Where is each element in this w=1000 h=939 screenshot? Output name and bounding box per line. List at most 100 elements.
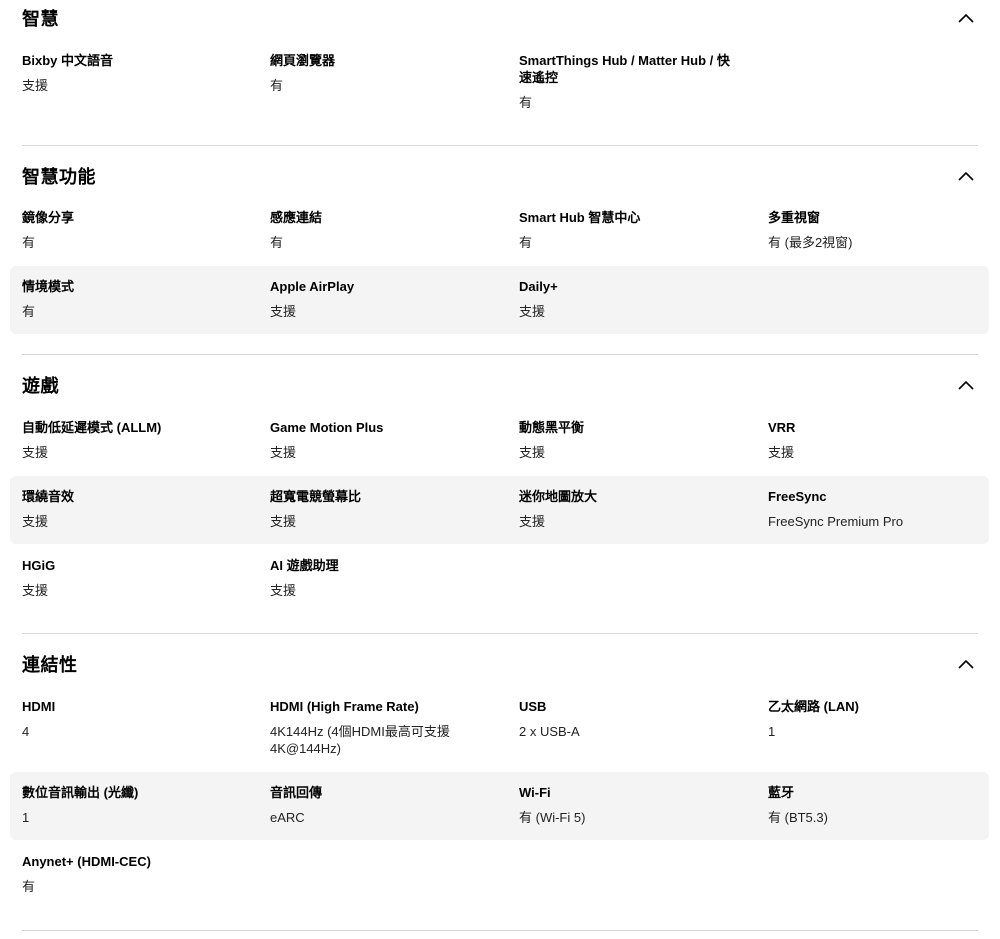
spec-cell: SmartThings Hub / Matter Hub / 快速遙控 有 [519, 52, 734, 111]
spec-cell: 乙太網路 (LAN) 1 [768, 698, 998, 740]
spec-label: 網頁瀏覽器 [270, 53, 336, 68]
spec-cell: 動態黑平衡 支援 [519, 419, 734, 461]
spec-cell: Game Motion Plus 支援 [270, 419, 500, 461]
spec-label: 超寬電競螢幕比 [270, 489, 362, 504]
spec-label: HDMI (High Frame Rate) [270, 699, 419, 714]
spec-value: 有 [22, 304, 36, 319]
spec-value: 有 (最多2視窗) [768, 235, 853, 250]
spec-label: 數位音訊輸出 (光纖) [22, 785, 139, 800]
spec-value: 有 [270, 78, 284, 93]
spec-cell: 網頁瀏覽器 有 [270, 52, 500, 94]
spec-cell: 環繞音效 支援 [22, 488, 252, 530]
spec-cell: Wi-Fi 有 (Wi-Fi 5) [519, 784, 734, 826]
spec-cell: Anynet+ (HDMI-CEC) 有 [22, 853, 252, 895]
spec-row: 環繞音效 支援 超寬電競螢幕比 支援 迷你地圖放大 支援 FreeSync Fr… [10, 476, 989, 544]
spec-label: VRR [768, 420, 796, 435]
spec-value: 有 (Wi-Fi 5) [519, 810, 586, 825]
spec-value: 有 [519, 235, 533, 250]
spec-value: 支援 [519, 304, 546, 319]
spec-cell: Smart Hub 智慧中心 有 [519, 209, 734, 251]
spec-label: Bixby 中文語音 [22, 53, 114, 68]
section-header-smart[interactable]: 智慧 [22, 0, 978, 38]
section-divider [22, 930, 978, 931]
spec-cell: Daily+ 支援 [519, 278, 734, 320]
spec-value: 4K144Hz (4個HDMI最高可支援4K@144Hz) [270, 724, 450, 756]
spec-label: USB [519, 699, 547, 714]
spec-row: 情境模式 有 Apple AirPlay 支援 Daily+ 支援 [10, 266, 989, 334]
spec-label: 自動低延遲模式 (ALLM) [22, 420, 162, 435]
spec-value: eARC [270, 810, 305, 825]
section-header-smart-features[interactable]: 智慧功能 [22, 156, 978, 196]
spec-cell: 超寬電競螢幕比 支援 [270, 488, 500, 530]
section-title: 連結性 [22, 655, 78, 675]
chevron-up-icon[interactable] [954, 164, 978, 188]
section-title: 智慧功能 [22, 167, 96, 187]
spec-value: 支援 [768, 445, 795, 460]
spec-value: 有 (BT5.3) [768, 810, 828, 825]
spec-cell: 感應連結 有 [270, 209, 500, 251]
spec-cell: HGiG 支援 [22, 557, 252, 599]
spec-row: HDMI 4 HDMI (High Frame Rate) 4K144Hz (4… [10, 686, 989, 772]
spec-row: 鏡像分享 有 感應連結 有 Smart Hub 智慧中心 有 多重視窗 有 (最… [10, 197, 989, 265]
spec-cell: HDMI 4 [22, 698, 252, 740]
spec-cell: 藍牙 有 (BT5.3) [768, 784, 998, 826]
spec-label: Game Motion Plus [270, 420, 384, 435]
spec-value: 支援 [519, 514, 546, 529]
spec-label: HDMI [22, 699, 56, 714]
spec-cell: Apple AirPlay 支援 [270, 278, 500, 320]
spec-cell: 鏡像分享 有 [22, 209, 252, 251]
spec-cell: USB 2 x USB-A [519, 698, 734, 740]
spec-label: 藍牙 [768, 785, 795, 800]
spec-row: 自動低延遲模式 (ALLM) 支援 Game Motion Plus 支援 動態… [10, 407, 989, 475]
spec-cell: 數位音訊輸出 (光纖) 1 [22, 784, 252, 826]
spec-label: HGiG [22, 558, 56, 573]
section-title: 遊戲 [22, 376, 59, 396]
section-divider [22, 633, 978, 634]
chevron-up-icon[interactable] [954, 6, 978, 30]
spec-cell: VRR 支援 [768, 419, 998, 461]
spec-cell: 自動低延遲模式 (ALLM) 支援 [22, 419, 252, 461]
section-title: 智慧 [22, 9, 59, 29]
spec-row: HGiG 支援 AI 遊戲助理 支援 [10, 545, 989, 613]
spec-label: 乙太網路 (LAN) [768, 699, 859, 714]
spec-cell: HDMI (High Frame Rate) 4K144Hz (4個HDMI最高… [270, 698, 470, 757]
spec-row: 數位音訊輸出 (光纖) 1 音訊回傳 eARC Wi-Fi 有 (Wi-Fi 5… [10, 772, 989, 840]
section-header-connectivity[interactable]: 連結性 [22, 644, 978, 684]
spec-label: 鏡像分享 [22, 210, 75, 225]
section-divider [22, 354, 978, 355]
spec-value: 支援 [22, 514, 49, 529]
spec-cell: 多重視窗 有 (最多2視窗) [768, 209, 998, 251]
spec-value: 支援 [22, 445, 49, 460]
spec-value: 有 [22, 235, 36, 250]
spec-label: AI 遊戲助理 [270, 558, 339, 573]
spec-label: 感應連結 [270, 210, 323, 225]
spec-cell: 迷你地圖放大 支援 [519, 488, 734, 530]
spec-cell: Bixby 中文語音 支援 [22, 52, 252, 94]
spec-cell: 情境模式 有 [22, 278, 252, 320]
spec-value: 1 [22, 810, 30, 825]
spec-label: 環繞音效 [22, 489, 75, 504]
spec-label: 迷你地圖放大 [519, 489, 598, 504]
spec-label: 多重視窗 [768, 210, 821, 225]
spec-value: 有 [22, 879, 36, 894]
spec-value: 支援 [22, 78, 49, 93]
spec-value: FreeSync Premium Pro [768, 514, 904, 529]
spec-label: 情境模式 [22, 279, 75, 294]
spec-value: 支援 [270, 304, 297, 319]
spec-value: 支援 [270, 583, 297, 598]
chevron-up-icon[interactable] [954, 373, 978, 397]
spec-value: 支援 [270, 445, 297, 460]
section-divider [22, 145, 978, 146]
spec-cell: AI 遊戲助理 支援 [270, 557, 500, 599]
spec-value: 2 x USB-A [519, 724, 580, 739]
spec-value: 有 [519, 95, 533, 110]
spec-row: Anynet+ (HDMI-CEC) 有 [10, 841, 989, 909]
section-header-gaming[interactable]: 遊戲 [22, 365, 978, 405]
spec-label: Apple AirPlay [270, 279, 355, 294]
spec-label: 動態黑平衡 [519, 420, 585, 435]
spec-row: Bixby 中文語音 支援 網頁瀏覽器 有 SmartThings Hub / … [10, 40, 989, 111]
spec-label: Daily+ [519, 279, 558, 294]
spec-cell: 音訊回傳 eARC [270, 784, 500, 826]
spec-value: 有 [270, 235, 284, 250]
chevron-up-icon[interactable] [954, 652, 978, 676]
